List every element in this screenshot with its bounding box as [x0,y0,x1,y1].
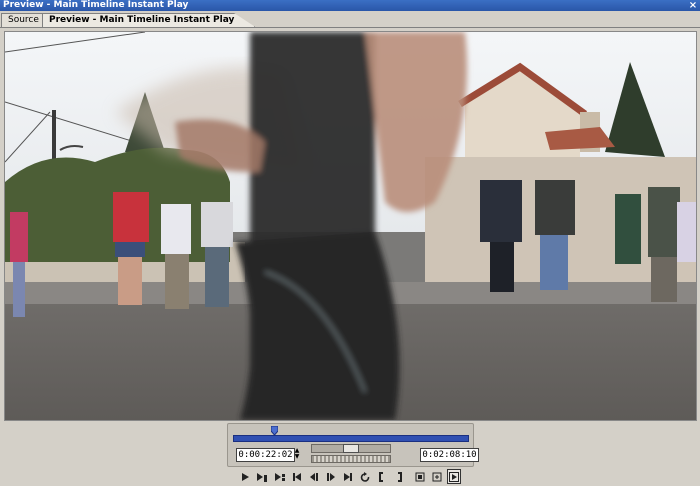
playback-controls: 0:00:22:02 ▲ ▼ 0:02:08:10 [227,423,479,467]
output-icon[interactable] [447,469,461,484]
timeline-scrubber[interactable] [233,435,469,442]
close-icon[interactable]: × [688,0,698,11]
tab-strip: Source Preview - Main Timeline Instant P… [0,11,700,28]
current-timecode-stepper-icon[interactable]: ▲ ▼ [294,448,300,460]
play-around-icon[interactable] [272,469,286,484]
transport-bar [236,469,466,485]
go-to-start-icon[interactable] [290,469,304,484]
safe-margins-icon[interactable] [430,469,444,484]
duration-timecode[interactable]: 0:02:08:10 [420,448,479,462]
video-frame [5,32,696,420]
window-title: Preview - Main Timeline Instant Play [3,0,189,10]
play-icon[interactable] [238,469,252,484]
step-back-icon[interactable] [307,469,321,484]
window-title-bar: Preview - Main Timeline Instant Play × [0,0,700,11]
export-frame-icon[interactable] [413,469,427,484]
tab-preview[interactable]: Preview - Main Timeline Instant Play [42,13,256,27]
current-timecode[interactable]: 0:00:22:02 [236,448,295,462]
mark-in-icon[interactable] [375,469,389,484]
shuttle-knob[interactable] [343,444,359,453]
shuttle-slider[interactable] [311,444,391,453]
play-in-to-out-icon[interactable] [254,469,268,484]
loop-icon[interactable] [358,469,372,484]
step-forward-icon[interactable] [324,469,338,484]
go-to-end-icon[interactable] [341,469,355,484]
playhead-icon[interactable] [271,426,278,435]
tab-source[interactable]: Source [1,13,46,27]
jog-wheel[interactable] [311,455,391,463]
mark-out-icon[interactable] [392,469,406,484]
video-preview[interactable] [4,31,697,421]
